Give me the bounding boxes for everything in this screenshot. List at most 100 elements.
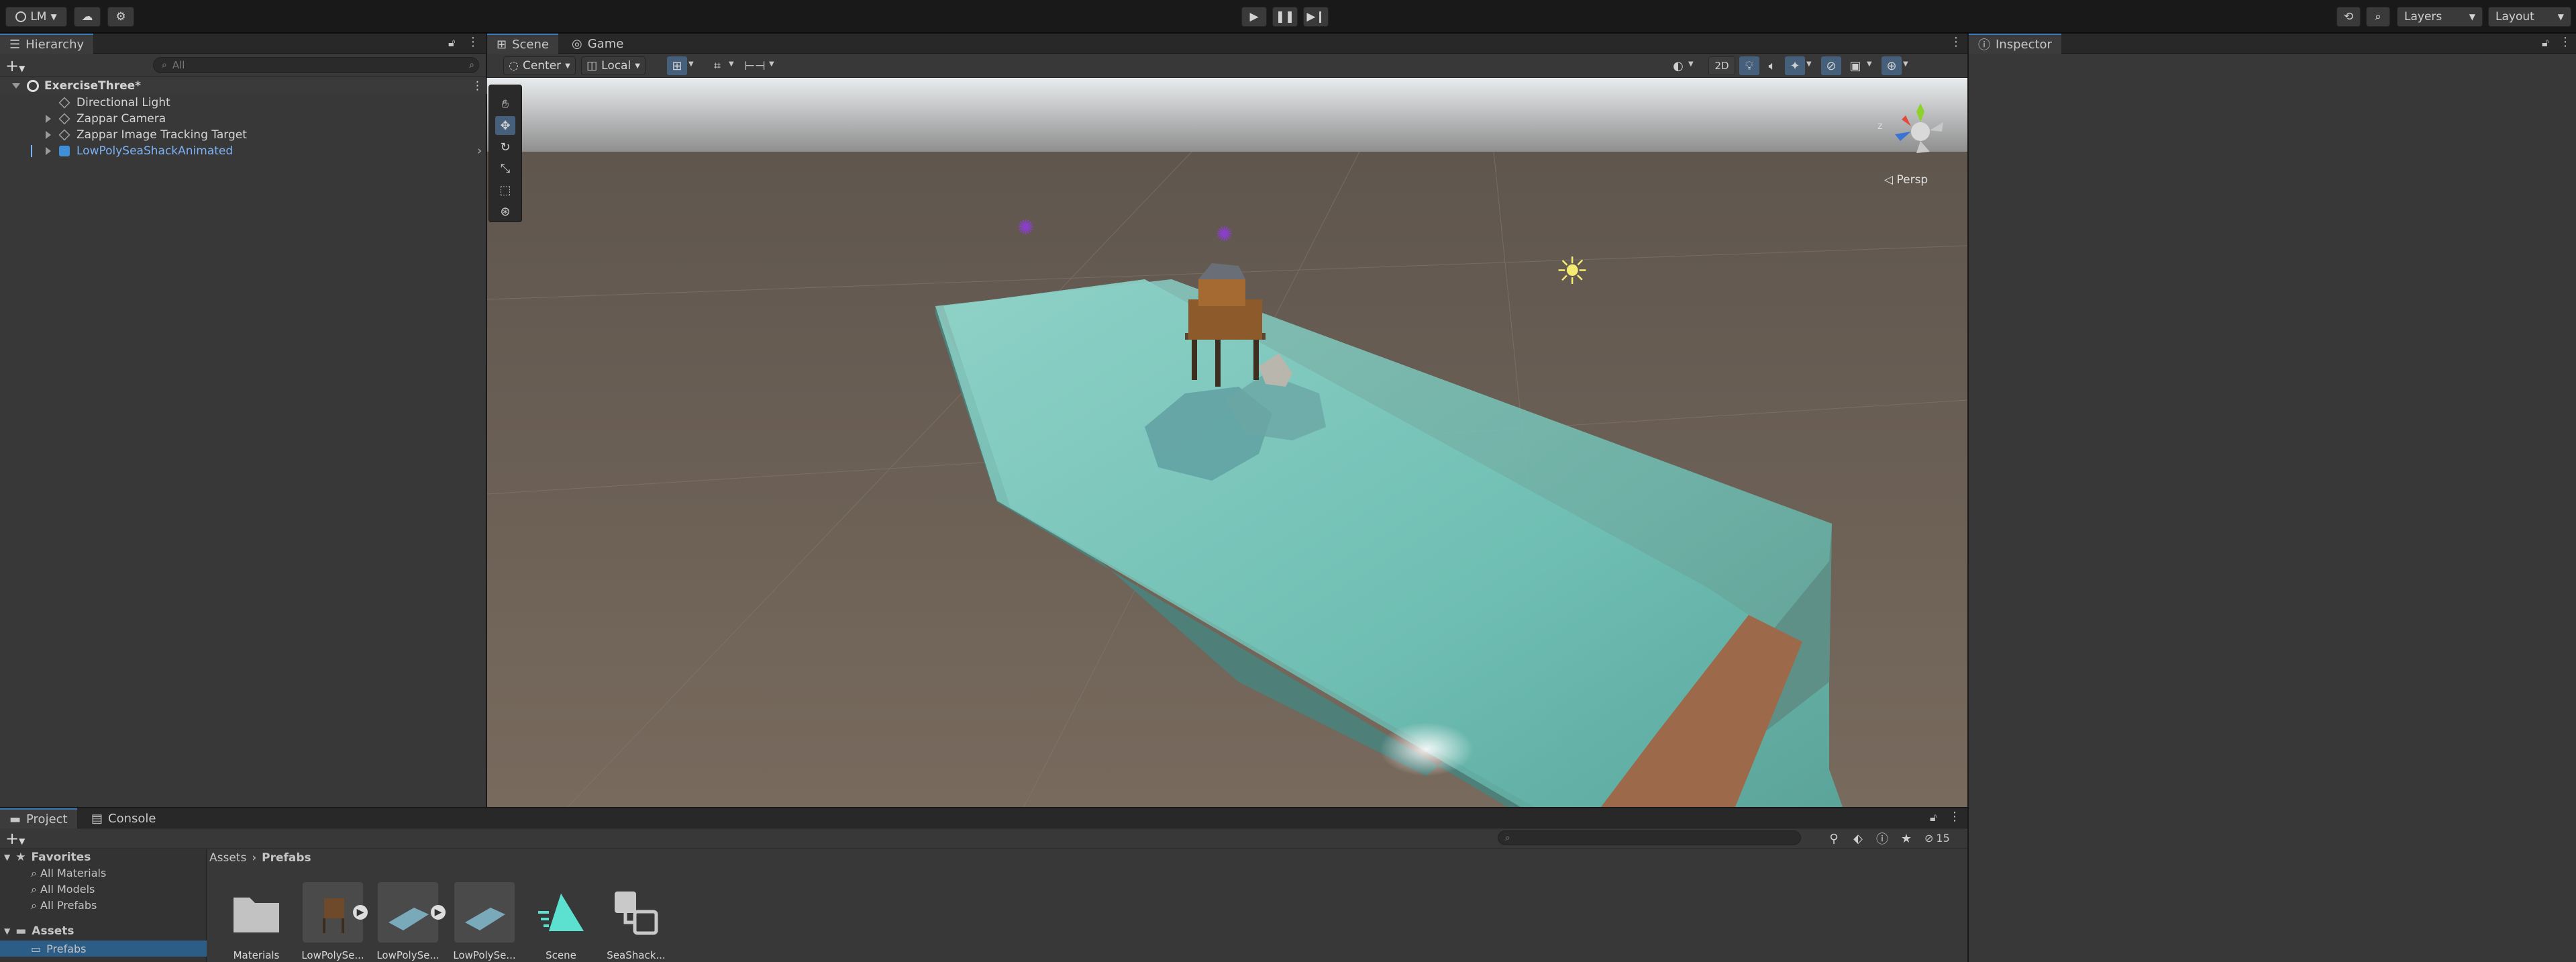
- search-by-type-button[interactable]: ⚲: [1824, 829, 1844, 848]
- chevron-down-icon[interactable]: ▼: [769, 60, 774, 68]
- chevron-down-icon[interactable]: ▼: [1867, 60, 1872, 68]
- more-options-icon[interactable]: ⋮: [1949, 810, 1961, 824]
- audio-toggle[interactable]: 🔈︎: [1762, 56, 1782, 75]
- grid-snap-button[interactable]: ⊞: [667, 56, 687, 75]
- orientation-gizmo[interactable]: z: [1868, 91, 1955, 158]
- tab-console[interactable]: ▤ Console: [82, 808, 165, 828]
- lock-icon[interactable]: 🔓︎: [1930, 811, 1937, 824]
- hidden-objects-toggle[interactable]: ⊘: [1821, 56, 1841, 75]
- expand-arrow-icon[interactable]: ▼: [4, 853, 10, 862]
- sun-icon[interactable]: ☀︎: [1555, 250, 1589, 293]
- pause-button[interactable]: ❚❚: [1272, 7, 1298, 27]
- inspector-panel: ⓘ Inspector 🔓︎ ⋮: [1969, 34, 2576, 962]
- scene-row[interactable]: ExerciseThree* ⋮: [0, 78, 488, 94]
- more-options-icon[interactable]: ⋮: [1950, 35, 1962, 49]
- asset-lowpolyseashack-model[interactable]: ▶ LowPolySe...: [301, 882, 368, 961]
- account-dropdown[interactable]: LM ▼: [5, 7, 67, 27]
- gizmos-toggle[interactable]: ⊕: [1882, 56, 1902, 75]
- play-icon[interactable]: ▶: [431, 905, 446, 920]
- lighting-toggle[interactable]: 💡︎: [1739, 56, 1759, 75]
- more-options-icon[interactable]: ⋮: [2559, 35, 2571, 49]
- camera-gizmo-icon[interactable]: ✺: [1216, 223, 1233, 246]
- expand-arrow-icon[interactable]: [46, 115, 51, 123]
- assets-root[interactable]: ▼ ▬ Assets: [4, 924, 74, 938]
- hierarchy-item-lowpolyseashackanimated[interactable]: LowPolySeaShackAnimated ›: [0, 143, 488, 159]
- rotate-tool[interactable]: ↻: [495, 138, 515, 156]
- space-dropdown[interactable]: ◫ Local ▼: [581, 56, 646, 75]
- breadcrumb-item[interactable]: Prefabs: [262, 851, 311, 865]
- search-button[interactable]: ⌕: [2366, 7, 2390, 27]
- snap-increment-button[interactable]: ⌗: [707, 56, 727, 75]
- scale-tool[interactable]: ⤡: [495, 159, 515, 178]
- expand-arrow-icon[interactable]: [46, 131, 51, 139]
- asset-scene[interactable]: Scene: [529, 882, 593, 961]
- projection-toggle[interactable]: ◁ Persp: [1884, 173, 1928, 187]
- lock-icon[interactable]: 🔓︎: [2542, 36, 2548, 50]
- lock-icon[interactable]: 🔓︎: [448, 36, 455, 50]
- tab-hierarchy-label: Hierarchy: [25, 37, 85, 52]
- step-button[interactable]: ▶❙: [1303, 7, 1329, 27]
- asset-lowpolyseashack-water[interactable]: LowPolySe...: [452, 882, 517, 961]
- camera-gizmo-icon[interactable]: ✺: [1017, 216, 1034, 240]
- asset-materials-folder[interactable]: Materials: [224, 882, 289, 961]
- expand-arrow-icon[interactable]: ▼: [4, 926, 10, 936]
- transform-tool[interactable]: ⊛: [495, 202, 515, 221]
- hierarchy-item-zappar-camera[interactable]: Zappar Camera: [0, 111, 488, 127]
- search-icon: ⌕: [31, 867, 41, 879]
- hand-tool[interactable]: ✋︎: [495, 95, 515, 113]
- camera-settings-button[interactable]: ▣: [1845, 56, 1865, 75]
- asset-seashack-prefab[interactable]: SeaShack...: [604, 882, 668, 961]
- layout-dropdown[interactable]: Layout ▼: [2488, 7, 2571, 27]
- hierarchy-item-zappar-image-tracking-target[interactable]: Zappar Image Tracking Target: [0, 127, 488, 143]
- toggle-2d-button[interactable]: 2D: [1708, 56, 1735, 75]
- play-icon[interactable]: ▶: [353, 905, 368, 920]
- tab-inspector[interactable]: ⓘ Inspector: [1969, 34, 2061, 54]
- layers-dropdown[interactable]: Layers ▼: [2397, 7, 2483, 27]
- tab-game[interactable]: ◎ Game: [562, 34, 633, 54]
- log-info-button[interactable]: ⓘ: [1872, 829, 1892, 848]
- create-button[interactable]: +▼: [5, 829, 25, 848]
- favorite-all-materials[interactable]: ⌕ All Materials: [31, 867, 106, 880]
- chevron-down-icon[interactable]: ▼: [1806, 60, 1812, 68]
- add-button[interactable]: +▼: [5, 56, 25, 75]
- chevron-down-icon[interactable]: ▼: [1688, 60, 1694, 68]
- favorite-all-models[interactable]: ⌕ All Models: [31, 883, 95, 896]
- chevron-down-icon[interactable]: ▼: [729, 60, 734, 68]
- collab-button[interactable]: ⚙: [107, 7, 134, 27]
- favorite-button[interactable]: ★: [1896, 829, 1916, 848]
- folder-icon: [226, 882, 287, 943]
- effects-toggle[interactable]: ✦: [1785, 56, 1805, 75]
- project-search[interactable]: ⌕: [1498, 830, 1801, 845]
- draw-mode-button[interactable]: ◐: [1668, 56, 1688, 75]
- play-button[interactable]: ▶: [1241, 7, 1267, 27]
- more-options-icon[interactable]: ⋮: [472, 79, 483, 93]
- scene-viewport[interactable]: ✋︎ ✥ ↻ ⤡ ⬚ ⊛ ✺ ✺ ☀︎ z ◁ Persp: [487, 78, 1967, 807]
- tab-project[interactable]: ▬ Project: [0, 808, 77, 828]
- folder-prefabs[interactable]: ▭ Prefabs: [0, 941, 207, 957]
- chevron-down-icon[interactable]: ▼: [1903, 60, 1908, 68]
- hierarchy-item-directional-light[interactable]: Directional Light: [0, 95, 488, 111]
- chevron-right-icon[interactable]: ›: [477, 144, 482, 158]
- rect-tool[interactable]: ⬚: [495, 181, 515, 199]
- tab-scene[interactable]: ⊞ Scene: [487, 34, 558, 54]
- increment-snap-button[interactable]: ⊢⊣: [744, 56, 765, 75]
- favorites-header[interactable]: ▼ ★ Favorites: [4, 851, 91, 864]
- search-by-label-button[interactable]: ⬖: [1848, 829, 1868, 848]
- tab-hierarchy[interactable]: ☰ Hierarchy: [0, 34, 94, 54]
- pivot-dropdown[interactable]: ◌ Center ▼: [503, 56, 576, 75]
- expand-arrow-icon[interactable]: [12, 83, 20, 89]
- cloud-button[interactable]: ☁: [74, 7, 101, 27]
- chevron-down-icon: ▼: [2557, 12, 2564, 21]
- chevron-down-icon[interactable]: ▼: [688, 60, 694, 68]
- move-tool[interactable]: ✥: [495, 116, 515, 135]
- expand-arrow-icon[interactable]: [46, 147, 51, 155]
- filter-icon[interactable]: ⌕: [469, 60, 474, 70]
- breadcrumb-item[interactable]: Assets: [209, 851, 246, 865]
- favorite-all-prefabs[interactable]: ⌕ All Prefabs: [31, 899, 97, 912]
- history-button[interactable]: ⟲: [2336, 7, 2361, 27]
- hierarchy-search[interactable]: ⌕ All ⌕: [153, 57, 479, 73]
- asset-lowpolyseashack-water-anim[interactable]: ▶ LowPolySe...: [376, 882, 446, 961]
- hidden-packages-toggle[interactable]: ⊘ 15: [1924, 832, 1950, 845]
- more-options-icon[interactable]: ⋮: [467, 35, 479, 49]
- list-icon: ☰: [9, 37, 21, 52]
